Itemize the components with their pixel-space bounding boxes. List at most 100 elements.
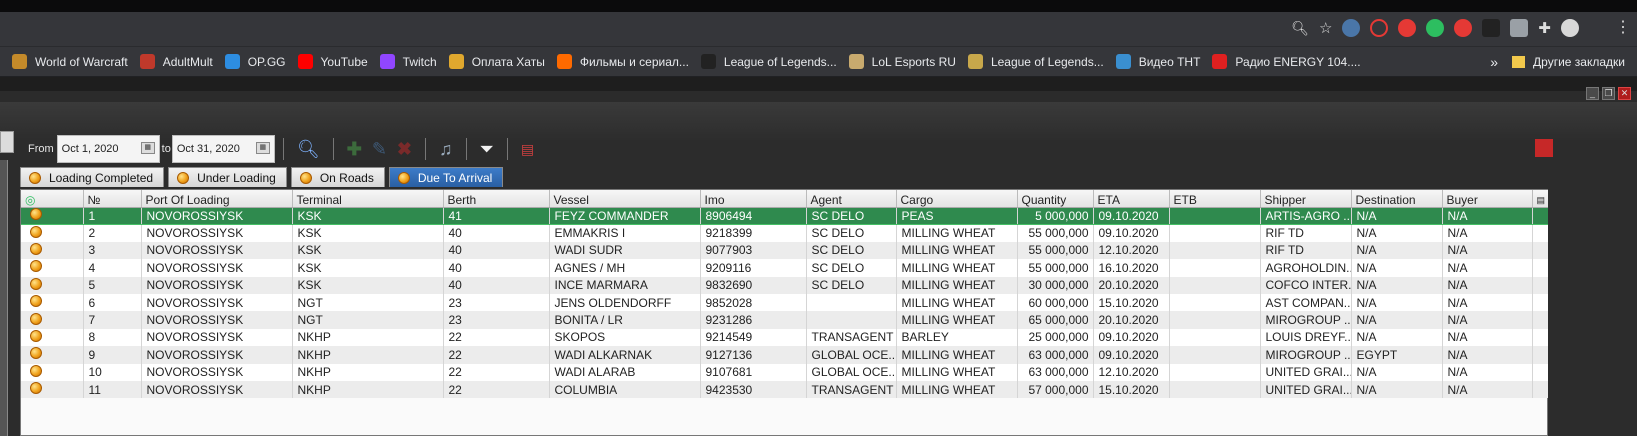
column-header[interactable]: Cargo	[896, 190, 1018, 208]
table-cell	[806, 293, 897, 312]
window-controls: _ ❐ ✕	[1586, 87, 1631, 100]
column-header[interactable]: Quantity	[1017, 190, 1094, 208]
search-icon[interactable]: 🔍︎	[297, 139, 320, 160]
edit-icon[interactable]: ✎	[372, 139, 387, 160]
column-chooser-icon: ▤	[1536, 194, 1546, 205]
profile-avatar[interactable]	[1561, 19, 1579, 37]
evernote-extension-icon[interactable]	[1426, 19, 1445, 37]
table-cell: 55 000,000	[1017, 224, 1094, 242]
table-cell: TRANSAGENT	[806, 328, 897, 347]
table-row[interactable]: 3 NOVOROSSIYSK KSK 40 WADI SUDR 9077903 SC DEL…	[21, 241, 1549, 260]
bookmark-item[interactable]: YouTube	[297, 54, 368, 69]
bookmark-item[interactable]: Оплата Хаты	[448, 54, 545, 69]
calendar-icon[interactable]: ▦	[140, 142, 155, 154]
export-red-icon[interactable]	[1535, 139, 1553, 157]
column-header[interactable]: Imo	[700, 190, 807, 208]
table-row[interactable]: 2 NOVOROSSIYSK KSK 40 EMMAKRIS I 9218399 SC DE…	[21, 224, 1549, 242]
table-cell: RIF TD	[1260, 224, 1352, 242]
more-bookmarks-button[interactable]: »	[1490, 54, 1498, 70]
calendar-icon[interactable]: ▦	[255, 142, 270, 154]
table-cell: 20.10.2020	[1093, 311, 1170, 329]
star-icon[interactable]: ☆	[1319, 19, 1332, 37]
table-cell: 9214549	[700, 328, 807, 347]
table-row[interactable]: 1 NOVOROSSIYSK KSK 41 FEYZ COMMANDER 8906494 S…	[21, 206, 1549, 225]
table-row[interactable]: 6 NOVOROSSIYSK NGT 23 JENS OLDENDORFF 9852028…	[21, 293, 1549, 312]
table-row[interactable]: 7 NOVOROSSIYSK NGT 23 BONITA / LR 9231286 MILL…	[21, 311, 1549, 329]
row-filler	[1532, 293, 1549, 312]
tab-due-to-arrival[interactable]: Due To Arrival	[388, 167, 504, 187]
cloud-extension-icon[interactable]	[1370, 19, 1389, 37]
table-body: 1 NOVOROSSIYSK KSK 41 FEYZ COMMANDER 8906494 S…	[21, 206, 1549, 399]
play-extension-icon[interactable]	[1454, 19, 1473, 37]
lol-icon	[967, 54, 983, 69]
left-scrollbar[interactable]	[0, 160, 8, 436]
box-extension-icon[interactable]	[1482, 19, 1501, 37]
column-header[interactable]: ETA	[1093, 190, 1170, 208]
table-cell: 23	[443, 293, 550, 312]
column-header[interactable]: ETB	[1169, 190, 1261, 208]
table-cell: 63 000,000	[1017, 363, 1094, 381]
tab-loading-completed[interactable]: Loading Completed	[20, 167, 165, 187]
status-dot-icon	[29, 171, 41, 184]
other-bookmarks-folder[interactable]: Другие закладки	[1533, 55, 1625, 69]
filter-icon[interactable]: ⏷	[480, 139, 494, 160]
table-row[interactable]: 4 NOVOROSSIYSK KSK 40 AGNES / MH 9209116 SC DE…	[21, 259, 1549, 277]
table-cell: N/A	[1442, 224, 1533, 242]
status-dot-icon	[30, 312, 42, 325]
bookmark-item[interactable]: World of Warcraft	[12, 54, 128, 69]
row-indicator-header: ◎	[21, 190, 84, 208]
table-row[interactable]: 9 NOVOROSSIYSK NKHP 22 WADI ALKARNAK 9127136 G…	[21, 346, 1549, 364]
alert-extension-icon[interactable]	[1510, 19, 1529, 37]
puzzle-icon[interactable]: ✚	[1538, 19, 1551, 37]
table-cell: 40	[443, 259, 550, 277]
column-header[interactable]: Destination	[1351, 190, 1443, 208]
from-date-picker[interactable]: Oct 1, 2020 ▦	[56, 135, 160, 163]
add-icon[interactable]: ✚	[347, 139, 362, 160]
table-cell: NKHP	[292, 328, 444, 347]
vk-extension-icon[interactable]	[1342, 19, 1361, 37]
bookmark-item[interactable]: League of Legends...	[967, 54, 1104, 69]
tab-on-roads[interactable]: On Roads	[290, 167, 385, 187]
delete-icon[interactable]: ✖	[397, 139, 412, 160]
bookmark-item[interactable]: AdultMult	[139, 54, 213, 69]
bookmark-item[interactable]: OP.GG	[224, 54, 286, 69]
bookmark-item[interactable]: League of Legends...	[700, 54, 837, 69]
table-cell: NGT	[292, 311, 444, 329]
bookmark-item[interactable]: Twitch	[379, 54, 437, 69]
music-icon[interactable]: ♫	[439, 139, 453, 160]
menu-icon[interactable]: ⋮	[1615, 17, 1631, 37]
restore-button[interactable]: ❐	[1602, 87, 1615, 100]
table-row[interactable]: 8 NOVOROSSIYSK NKHP 22 SKOPOS 9214549 TRANSAGE…	[21, 328, 1549, 347]
bookmark-item[interactable]: Видео ТНТ	[1115, 54, 1200, 69]
table-row[interactable]: 11 NOVOROSSIYSK NKHP 22 COLUMBIA 9423530 TRANS…	[21, 380, 1549, 399]
column-header[interactable]: Shipper	[1260, 190, 1352, 208]
table-cell: NOVOROSSIYSK	[141, 206, 293, 225]
tab-under-loading[interactable]: Under Loading	[168, 167, 287, 187]
app-menubar	[0, 91, 1637, 102]
minimize-button[interactable]: _	[1586, 87, 1599, 100]
xlsx-export-icon[interactable]: ▤	[521, 141, 534, 158]
column-chooser-button[interactable]: ▤	[1532, 190, 1549, 208]
column-header[interactable]: Agent	[806, 190, 897, 208]
table-cell: N/A	[1351, 311, 1443, 329]
row-filler	[1532, 206, 1549, 225]
to-date-picker[interactable]: Oct 31, 2020 ▦	[171, 135, 275, 163]
column-header[interactable]: №	[83, 190, 142, 208]
row-indicator	[21, 293, 84, 312]
adblock-extension-icon[interactable]	[1398, 19, 1417, 37]
bookmark-item[interactable]: LoL Esports RU	[848, 54, 956, 69]
bookmark-item[interactable]: Радио ENERGY 104....	[1212, 54, 1361, 69]
column-header[interactable]: Berth	[443, 190, 550, 208]
column-header[interactable]: Terminal	[292, 190, 444, 208]
close-button[interactable]: ✕	[1618, 87, 1631, 100]
bookmark-item[interactable]: Фильмы и сериал...	[556, 54, 689, 69]
table-cell: 60 000,000	[1017, 293, 1094, 312]
column-header[interactable]: Port Of Loading	[141, 190, 293, 208]
row-indicator	[21, 276, 84, 294]
zoom-icon[interactable]: 🔍︎	[1291, 20, 1309, 37]
column-header[interactable]: Buyer	[1442, 190, 1533, 208]
table-cell: N/A	[1442, 293, 1533, 312]
column-header[interactable]: Vessel	[549, 190, 701, 208]
table-row[interactable]: 10 NOVOROSSIYSK NKHP 22 WADI ALARAB 9107681 GL…	[21, 363, 1549, 381]
table-row[interactable]: 5 NOVOROSSIYSK KSK 40 INCE MARMARA 9832690 SC …	[21, 276, 1549, 294]
